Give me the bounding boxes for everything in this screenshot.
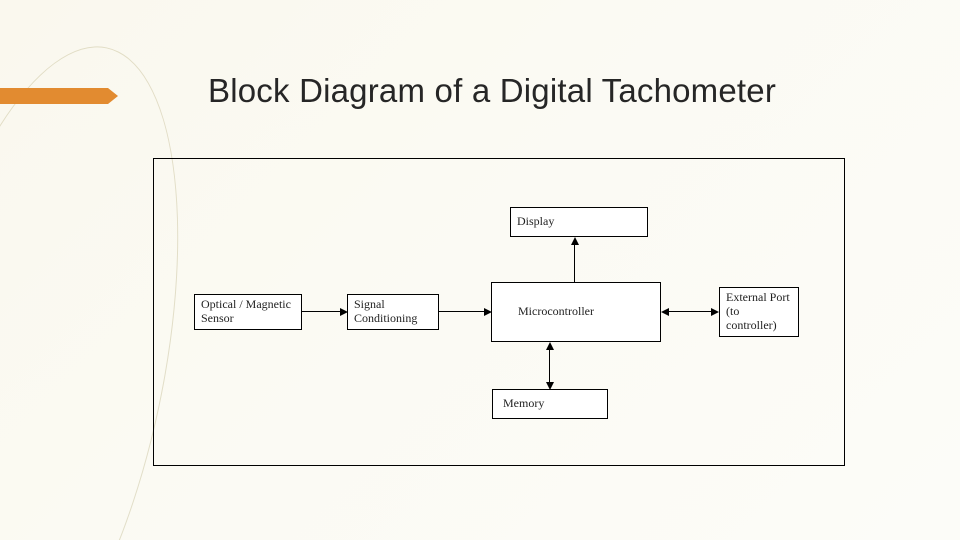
arrow-micro-ext-bi (669, 311, 711, 312)
arrow-head-icon (661, 308, 669, 316)
arrow-head-icon (340, 308, 348, 316)
diagram: Display Optical / Magnetic Sensor Signal… (154, 159, 844, 465)
decoration-swirl (0, 195, 131, 540)
block-label: Display (517, 215, 641, 229)
block-sensor: Optical / Magnetic Sensor (194, 294, 302, 330)
arrow-micro-memory-bi (549, 349, 550, 383)
arrow-head-icon (571, 237, 579, 245)
slide-title: Block Diagram of a Digital Tachometer (208, 72, 776, 110)
block-signal-conditioning: Signal Conditioning (347, 294, 439, 330)
block-label: Memory (503, 397, 601, 411)
block-label: Microcontroller (518, 305, 654, 319)
block-display: Display (510, 207, 648, 237)
block-memory: Memory (492, 389, 608, 419)
block-label: External Port (to controller) (726, 291, 792, 332)
arrow-sensor-to-signal (302, 311, 340, 312)
block-label: Signal Conditioning (354, 298, 432, 326)
arrow-head-icon (546, 342, 554, 350)
arrow-head-icon (546, 382, 554, 390)
diagram-frame: Display Optical / Magnetic Sensor Signal… (153, 158, 845, 466)
arrow-signal-to-micro (439, 311, 484, 312)
block-external-port: External Port (to controller) (719, 287, 799, 337)
slide: Block Diagram of a Digital Tachometer Di… (0, 0, 960, 540)
block-microcontroller: Microcontroller (491, 282, 661, 342)
decoration-swirl (0, 110, 161, 540)
arrow-micro-to-display (574, 245, 575, 282)
arrow-head-icon (711, 308, 719, 316)
block-label: Optical / Magnetic Sensor (201, 298, 295, 326)
arrow-head-icon (484, 308, 492, 316)
title-accent-arrow (108, 88, 118, 104)
title-accent-bar (0, 88, 108, 104)
